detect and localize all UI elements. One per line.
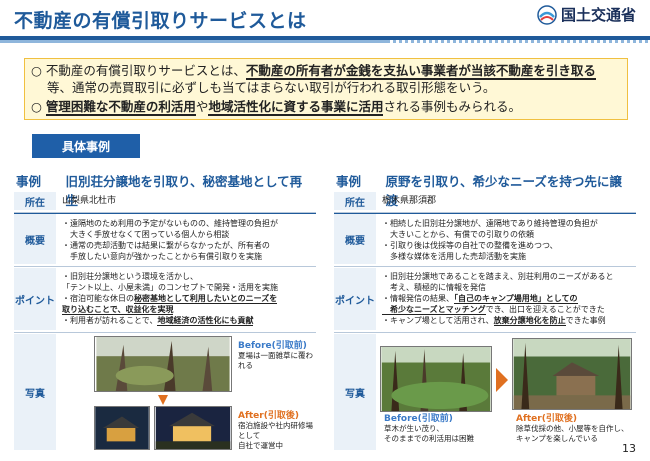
summary-line-1: ○ 不動産の有償引取りサービスとは、不動産の所有者が金銭を支払い事業者が当該不動… (31, 63, 596, 80)
case-1-before-label: Before(引取前) (238, 341, 307, 351)
case-1-location: 山梨県北杜市 (62, 196, 117, 206)
page-title: 不動産の有償引取りサービスとは (14, 10, 307, 32)
summary-box: ○ 不動産の有償引取りサービスとは、不動産の所有者が金銭を支払い事業者が当該不動… (24, 58, 628, 120)
examples-tab: 具体事例 (32, 134, 140, 158)
case-2-after-label: After(引取後) (516, 414, 577, 424)
case-1-photos-label: 写真 (14, 334, 56, 450)
case-1-overview: ・遠隔地のため利用の予定がないものの、維持管理の負担が 大きく手放せなくて困って… (62, 219, 278, 261)
case-1-before-caption: 夏場は一面雑草に覆われる (238, 351, 313, 370)
case-2-before-caption-1: 草木が生い茂り、 (384, 424, 444, 433)
case-2-points: ・旧別荘分譲地であることを踏まえ、別荘利用のニーズがあると 考え、積極的に情報を… (382, 272, 614, 326)
case-2-location-label: 所在 (334, 192, 376, 210)
case-2-before-caption-2: そのままでの利活用は困難 (384, 434, 474, 443)
page-number: 13 (622, 442, 636, 455)
case-1-location-label: 所在 (14, 192, 56, 210)
case-1-after-caption-1: 宿泊施設や社内研修場として (238, 421, 313, 440)
case-2-before-label: Before(引取前) (384, 414, 453, 424)
case-1-after-label: After(引取後) (238, 411, 299, 421)
case-1-points-label: ポイント (14, 268, 56, 330)
case-2: 事例② 原野を引取り、希少なニーズを持つ先に譲渡 所在 栃木県那須郡 概要 ・相… (334, 168, 636, 453)
case-2-after-photo (512, 338, 632, 410)
case-2-overview-label: 概要 (334, 214, 376, 264)
case-1-before-photo (94, 336, 232, 392)
case-2-photos-label: 写真 (334, 334, 376, 450)
case-2-points-label: ポイント (334, 268, 376, 330)
arrow-right-icon (496, 368, 508, 392)
case-1-after-photo-1 (94, 406, 150, 450)
case-2-location: 栃木県那須郡 (382, 196, 437, 206)
summary-line-3: ○ 管理困難な不動産の利活用や地域活性化に資する事業に活用される事例もみられる。 (31, 99, 521, 116)
case-1-overview-label: 概要 (14, 214, 56, 264)
ministry-name: 国土交通省 (560, 6, 636, 24)
case-1-after-photo-2 (154, 406, 232, 450)
summary-line-2: 等、通常の売買取引に必ずしも当てはまらない取引が行われる取引形態をいう。 (47, 80, 496, 95)
case-1: 事例① 旧別荘分譲地を引取り、秘密基地として再生 所在 山梨県北杜市 概要 ・遠… (14, 168, 316, 453)
header-rule-dots (390, 40, 650, 43)
case-2-overview: ・相続した旧別荘分譲地が、遠隔地であり維持管理の負担が 大きいことから、有償での… (382, 219, 598, 261)
ministry-emblem-icon (537, 4, 557, 25)
ministry-logo: 国土交通省 (537, 4, 636, 25)
arrow-down-icon (158, 395, 168, 405)
case-1-points: ・旧別荘分譲地という環境を活かし、 「テント以上、小屋未満」のコンセプトで開発・… (62, 272, 278, 326)
case-1-after-caption-2: 自社で運営中 (238, 441, 283, 450)
case-2-after-caption-1: 除草伐採の他、小屋等を自作し、 (516, 424, 629, 433)
case-2-before-photo (380, 346, 492, 412)
case-2-after-caption-2: キャンプを楽しんでいる (516, 434, 598, 443)
